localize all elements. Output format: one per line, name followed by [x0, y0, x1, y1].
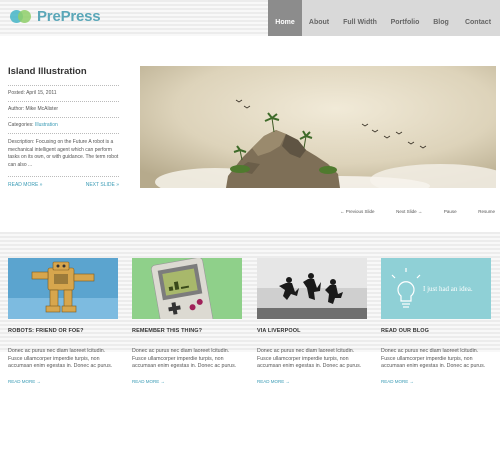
post-description: Description: Focusing on the Future A ro…	[8, 133, 119, 177]
read-more-link[interactable]: READ MORE →	[257, 379, 367, 384]
idea-image-text: I just had an idea.	[423, 285, 473, 293]
feature-title: Island Illustration	[8, 66, 87, 77]
read-more-link[interactable]: READ MORE →	[381, 379, 491, 384]
card-title: VIA LIVERPOOL	[257, 328, 301, 334]
card-robots: ROBOTS: FRIEND OR FOE? Donec ac purus ne…	[8, 258, 118, 384]
site-header: PrePress Home About Full Width Portfolio…	[0, 0, 500, 36]
nav-about[interactable]: About	[302, 0, 336, 36]
card-liverpool: VIA LIVERPOOL Donec ac purus nec diam la…	[257, 258, 367, 384]
nav-portfolio[interactable]: Portfolio	[384, 0, 426, 36]
idea-image[interactable]: I just had an idea.	[381, 258, 491, 319]
nav-full-width[interactable]: Full Width	[336, 0, 384, 36]
featured-island-image[interactable]	[140, 66, 496, 188]
post-categories: Categories: Illustration	[8, 117, 119, 133]
logo[interactable]: PrePress	[10, 8, 101, 25]
resume-button[interactable]: Resume	[478, 209, 495, 214]
robot-image[interactable]	[8, 258, 118, 319]
nav-blog[interactable]: Blog	[426, 0, 456, 36]
card-gameboy: REMEMBER THIS THING? Donec ac purus nec …	[132, 258, 242, 384]
post-author: Author: Mike McAlister	[8, 101, 119, 117]
nav-home[interactable]: Home	[268, 0, 302, 36]
card-blog: I just had an idea. READ OUR BLOG Donec …	[381, 258, 491, 384]
read-more-link[interactable]: READ MORE »	[8, 182, 42, 188]
card-body: Donec ac purus nec diam laoreet lcitudin…	[8, 348, 113, 370]
card-title: READ OUR BLOG	[381, 328, 430, 334]
gameboy-image[interactable]	[132, 258, 242, 319]
card-body: Donec ac purus nec diam laoreet lcitudin…	[257, 348, 362, 370]
card-title: REMEMBER THIS THING?	[132, 328, 203, 334]
category-link[interactable]: Illustration	[35, 122, 58, 128]
nav-contact[interactable]: Contact	[456, 0, 500, 36]
next-slide-button[interactable]: Next Slide →	[396, 209, 422, 214]
card-body: Donec ac purus nec diam laoreet lcitudin…	[381, 348, 486, 370]
feature-meta: Island Illustration Posted: April 15, 20…	[8, 66, 119, 188]
logo-text: PrePress	[37, 8, 101, 25]
pause-button[interactable]: Pause	[444, 209, 457, 214]
slider-controls: ← Previous Slide Next Slide → Pause Resu…	[340, 209, 495, 214]
logo-circles-icon	[10, 9, 32, 24]
categories-label: Categories:	[8, 122, 34, 128]
card-body: Donec ac purus nec diam laoreet lcitudin…	[132, 348, 237, 370]
next-slide-link[interactable]: NEXT SLIDE »	[86, 182, 119, 188]
previous-slide-button[interactable]: ← Previous Slide	[340, 209, 375, 214]
card-title: ROBOTS: FRIEND OR FOE?	[8, 328, 84, 334]
jumping-people-image[interactable]	[257, 258, 367, 319]
post-date: Posted: April 15, 2011	[8, 85, 119, 101]
read-more-link[interactable]: READ MORE →	[132, 379, 242, 384]
read-more-link[interactable]: READ MORE →	[8, 379, 118, 384]
main-nav: Home About Full Width Portfolio Blog Con…	[268, 0, 500, 36]
